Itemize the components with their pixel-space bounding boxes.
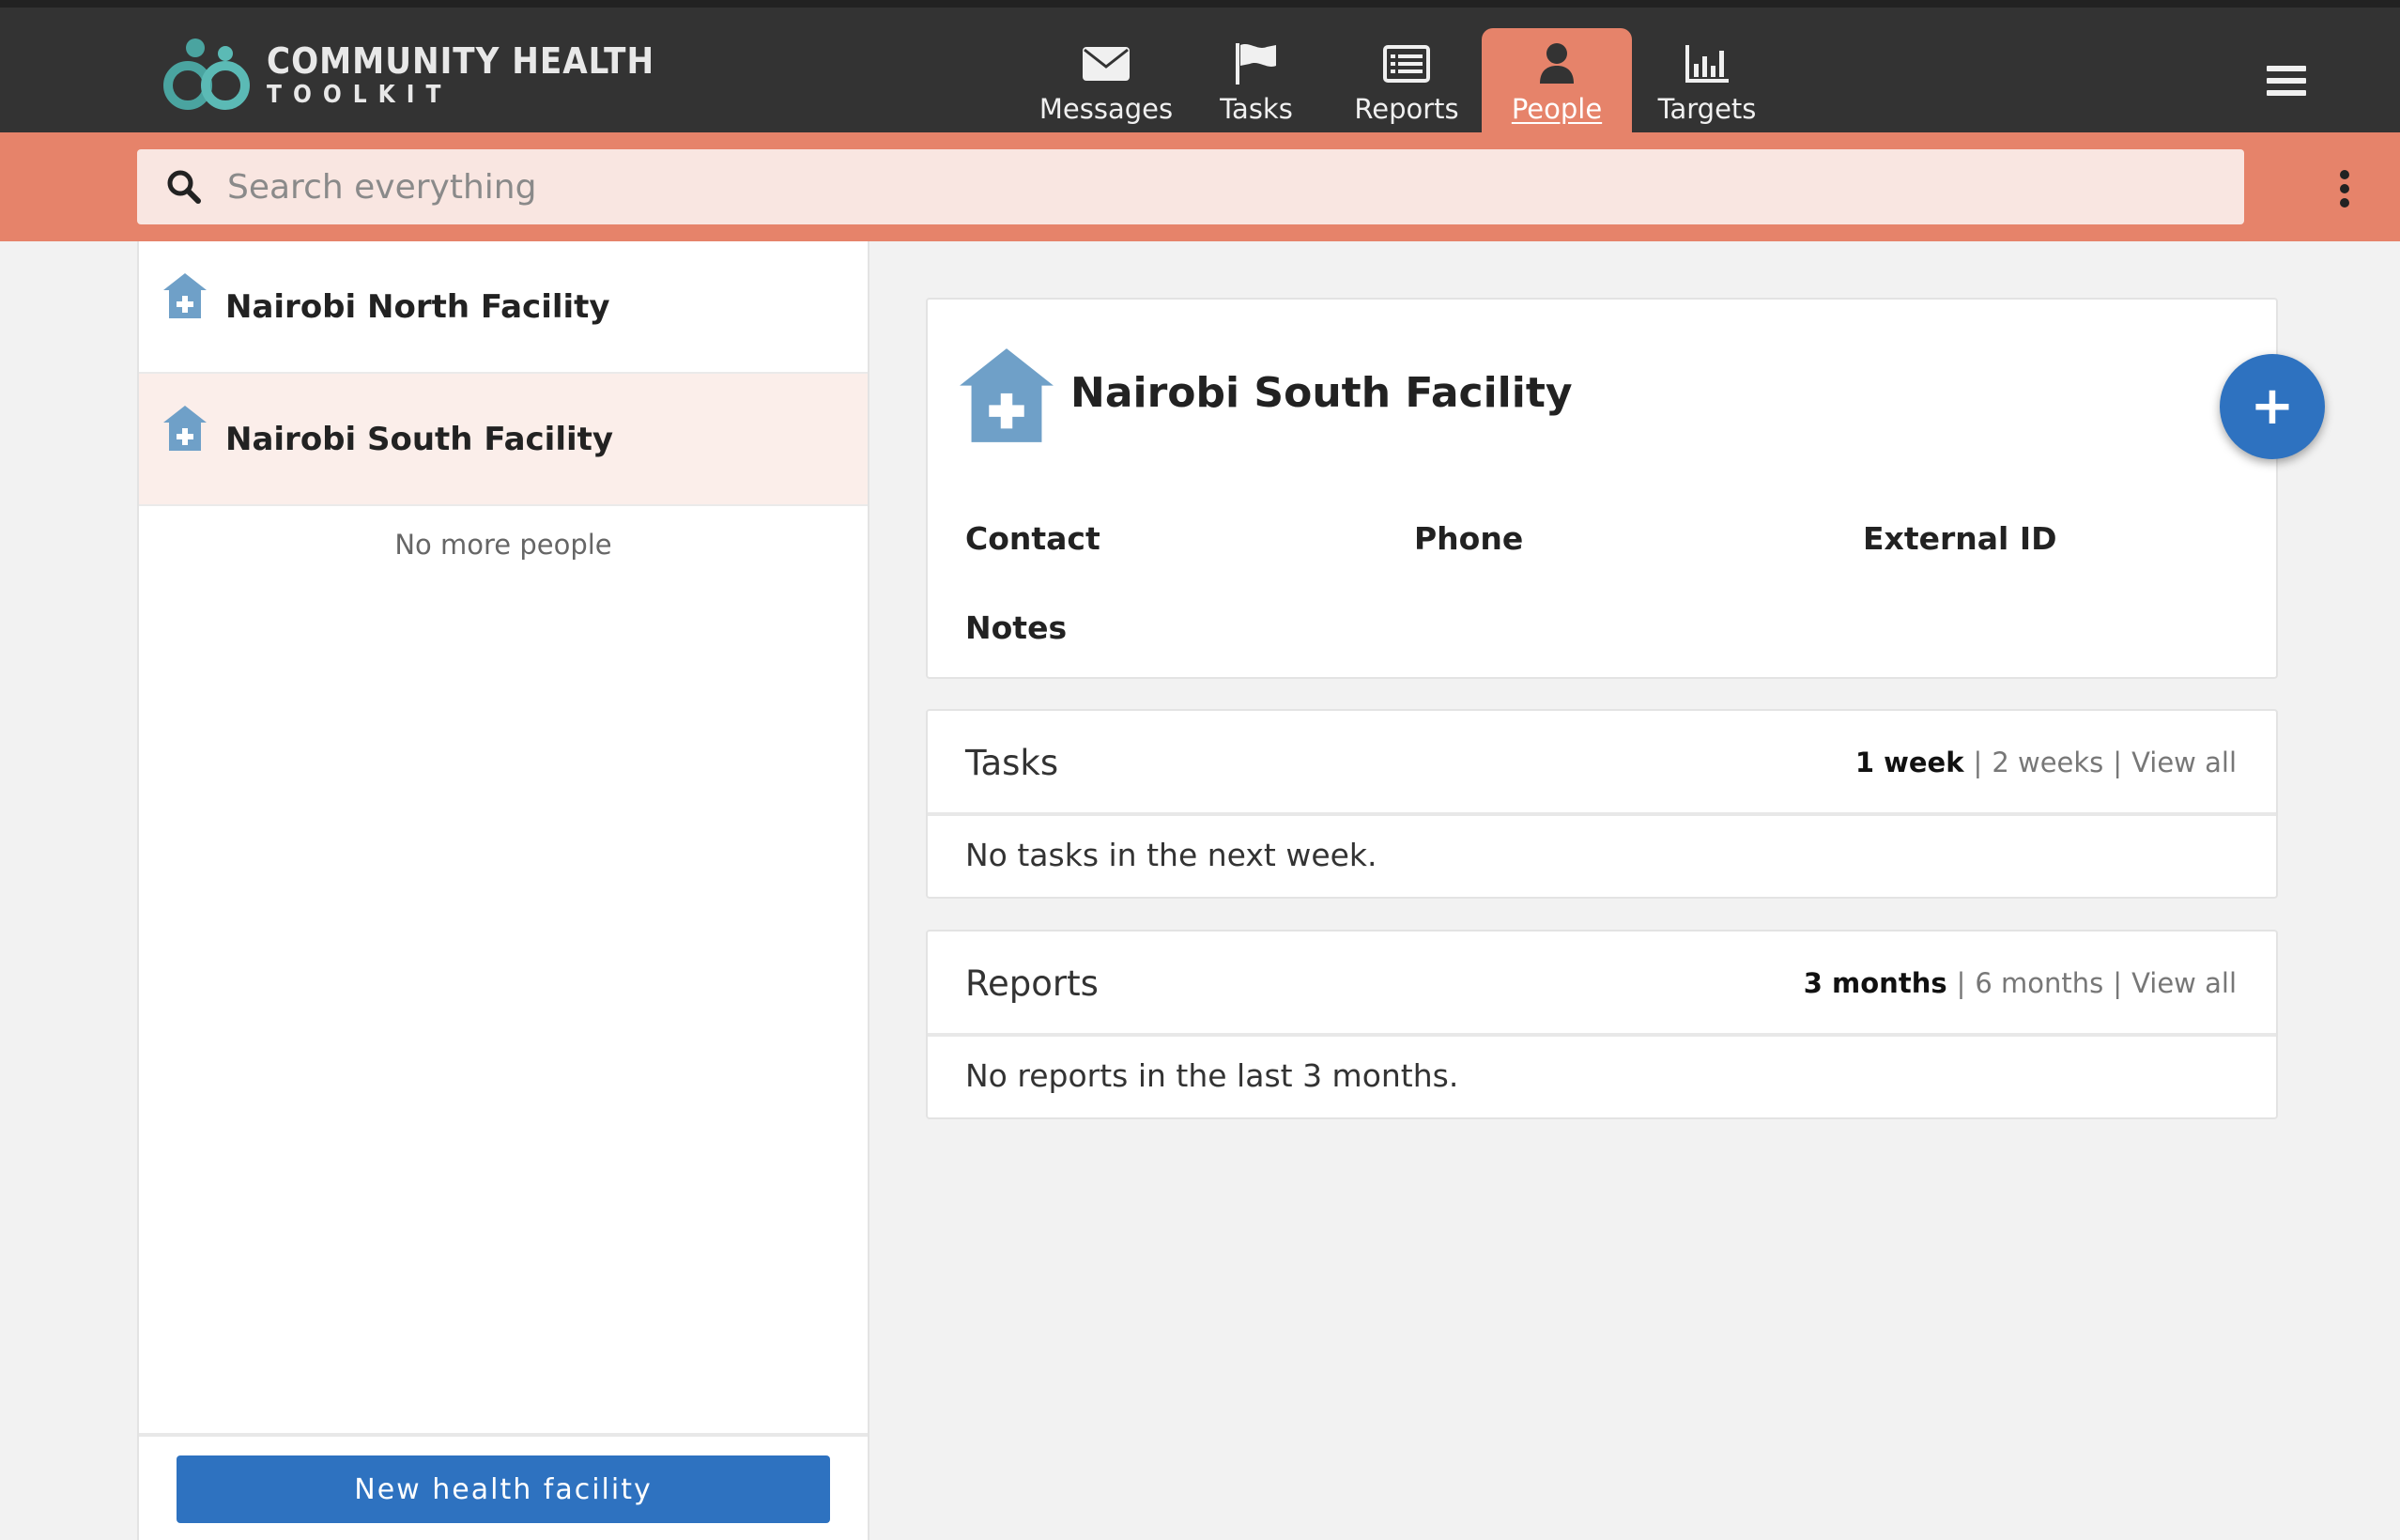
filter-1-week[interactable]: 1 week [1855,747,1964,778]
envelope-icon [1083,47,1130,81]
tab-messages[interactable]: Messages [1031,28,1181,140]
filter-view-all[interactable]: View all [2131,967,2237,999]
tab-targets[interactable]: Targets [1632,28,1782,140]
filter-view-all[interactable]: View all [2131,747,2237,778]
health-facility-icon [163,273,207,318]
phone-field-label: Phone [1414,520,1524,557]
contact-field-label: Contact [965,520,1100,557]
search-box [137,149,2244,224]
list-item-name: Nairobi South Facility [225,420,614,458]
empty-state-text: No tasks in the next week. [965,837,1377,873]
tab-label: Messages [1038,93,1174,125]
tab-people[interactable]: People [1482,28,1632,140]
cht-logo-icon [163,38,250,110]
search-bar [0,132,2400,241]
reports-header: Reports 3 months | 6 months | View all [928,932,2276,1037]
person-icon [1540,43,1574,84]
new-health-facility-button[interactable]: New health facility [177,1455,830,1523]
section-title: Tasks [965,743,1059,783]
tab-tasks[interactable]: Tasks [1181,28,1331,140]
bar-chart-icon [1685,45,1729,83]
list-icon [1383,45,1430,83]
people-list-panel: Nairobi North Facility Nairobi South Fac… [137,241,869,1540]
end-of-list-message: No more people [394,529,612,561]
tasks-card: Tasks 1 week | 2 weeks | View all No tas… [926,709,2278,899]
reports-card: Reports 3 months | 6 months | View all N… [926,930,2278,1119]
tab-label: Tasks [1220,93,1293,125]
hamburger-menu-icon[interactable] [2267,66,2306,98]
search-icon [167,170,201,204]
app-logo[interactable]: COMMUNITY HEALTH TOOLKIT [160,28,654,122]
empty-state-text: No reports in the last 3 months. [965,1057,1459,1094]
contact-title: Nairobi South Facility [1070,369,1573,417]
search-input[interactable] [227,167,2105,207]
plus-icon: + [2250,376,2295,437]
main-nav: Messages Tasks Reports People Targets [1031,28,1782,140]
reports-filters: 3 months | 6 months | View all [1803,967,2237,999]
external-id-field-label: External ID [1863,520,2057,557]
filter-2-weeks[interactable]: 2 weeks [1992,747,2103,778]
tasks-filters: 1 week | 2 weeks | View all [1854,747,2237,778]
tab-label: Targets [1657,93,1757,125]
health-facility-icon [163,406,207,451]
section-title: Reports [965,963,1099,1004]
filter-6-months[interactable]: 6 months [1975,967,2103,999]
health-facility-icon [960,348,1054,442]
top-navigation-bar: COMMUNITY HEALTH TOOLKIT Messages Tasks [0,0,2400,140]
logo-title: COMMUNITY HEALTH [267,40,655,82]
notes-field-label: Notes [965,609,1068,646]
contact-summary-card: Nairobi South Facility Contact Phone Ext… [926,298,2278,679]
left-panel-footer: New health facility [139,1433,868,1540]
list-item[interactable]: Nairobi South Facility [139,374,868,506]
more-options-icon[interactable] [2340,170,2351,208]
flag-icon [1236,43,1276,85]
list-item-name: Nairobi North Facility [225,287,610,326]
logo-subtitle: TOOLKIT [267,81,453,109]
tab-label: People [1511,93,1603,125]
list-item[interactable]: Nairobi North Facility [139,241,868,374]
add-button[interactable]: + [2220,354,2325,459]
tasks-header: Tasks 1 week | 2 weeks | View all [928,711,2276,816]
tab-reports[interactable]: Reports [1331,28,1482,140]
tab-label: Reports [1354,93,1459,125]
filter-3-months[interactable]: 3 months [1804,967,1947,999]
